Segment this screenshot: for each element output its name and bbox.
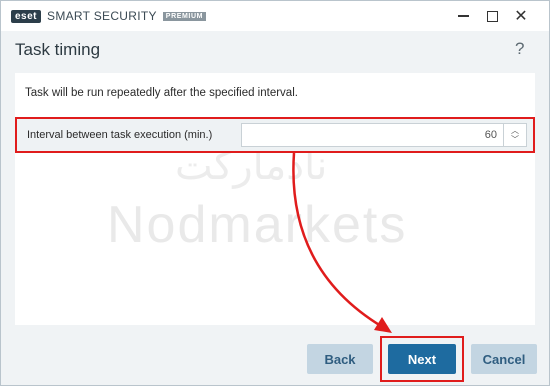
watermark-latin: Nodmarkets: [107, 196, 408, 254]
minimize-icon: [457, 15, 469, 17]
app-logo: eset SMART SECURITY PREMIUM: [11, 9, 207, 23]
cancel-button[interactable]: Cancel: [471, 344, 537, 374]
product-name: SMART SECURITY: [47, 9, 157, 23]
task-description: Task will be run repeatedly after the sp…: [25, 87, 298, 99]
title-bar: eset SMART SECURITY PREMIUM ✕: [1, 1, 549, 31]
maximize-icon: [486, 10, 498, 22]
chevron-down-icon[interactable]: ﹀: [511, 135, 519, 144]
interval-row: Interval between task execution (min.) 6…: [15, 117, 535, 153]
interval-stepper[interactable]: ︿ ﹀: [503, 123, 527, 147]
maximize-button[interactable]: [479, 5, 505, 27]
close-button[interactable]: ✕: [508, 5, 534, 27]
task-timing-window: eset SMART SECURITY PREMIUM ✕ Task timin…: [0, 0, 550, 386]
interval-value: 60: [484, 129, 497, 141]
eset-logo: eset: [11, 9, 42, 23]
interval-input[interactable]: 60: [241, 123, 503, 147]
chevron-up-icon[interactable]: ︿: [511, 126, 519, 135]
page-title: Task timing: [15, 40, 101, 59]
interval-label: Interval between task execution (min.): [27, 129, 213, 141]
content-panel: Task will be run repeatedly after the sp…: [15, 73, 535, 325]
edition-badge: PREMIUM: [162, 11, 207, 21]
close-icon: ✕: [514, 8, 528, 25]
back-button[interactable]: Back: [307, 344, 373, 374]
next-button[interactable]: Next: [388, 344, 456, 374]
help-icon[interactable]: ?: [515, 39, 524, 59]
minimize-button[interactable]: [450, 5, 476, 27]
